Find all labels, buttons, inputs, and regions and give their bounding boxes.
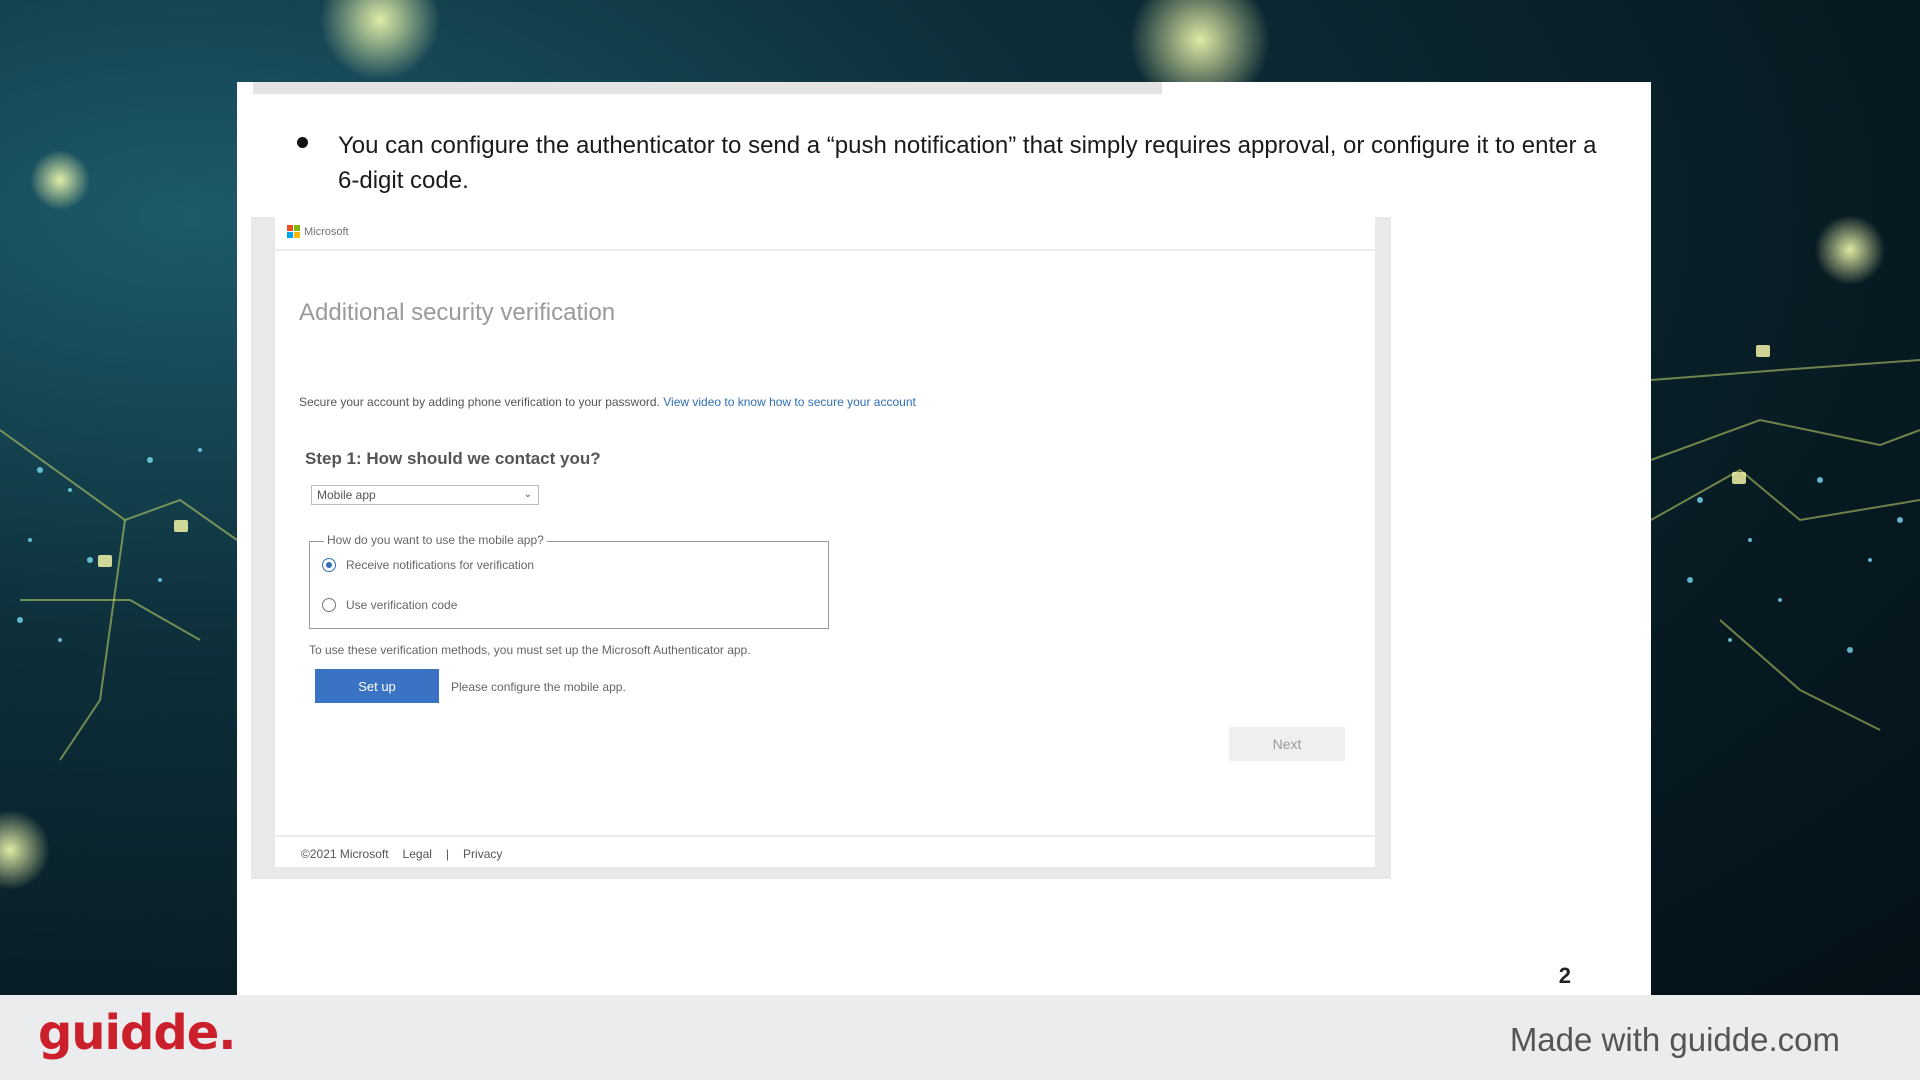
option-verification-code[interactable]: Use verification code: [322, 598, 457, 612]
ms-footer: ©2021 Microsoft Legal | Privacy: [275, 835, 1375, 867]
made-with-text: Made with guidde.com: [1509, 1021, 1840, 1058]
page-number: 2: [1558, 963, 1571, 988]
option-receive-notifications[interactable]: Receive notifications for verification: [322, 558, 534, 572]
microsoft-logo: Microsoft: [287, 225, 349, 238]
bullet-text: You can configure the authenticator to s…: [338, 132, 1597, 194]
description-text: Secure your account by adding phone veri…: [299, 395, 660, 409]
video-link[interactable]: View video to know how to secure your ac…: [663, 395, 916, 409]
authenticator-note: To use these verification methods, you m…: [309, 643, 751, 657]
next-button[interactable]: Next: [1229, 727, 1345, 761]
footer-links: ©2021 Microsoft Legal | Privacy: [301, 847, 502, 861]
set-up-button[interactable]: Set up: [315, 669, 439, 703]
option-label: Receive notifications for verification: [346, 558, 535, 572]
ms-header: Microsoft: [275, 217, 1375, 251]
guidde-logo: guidde.: [38, 1005, 236, 1061]
microsoft-logo-icon: [287, 225, 300, 238]
contact-method-select[interactable]: Mobile app ⌄: [311, 485, 539, 505]
chevron-down-icon: ⌄: [523, 489, 532, 500]
security-description: Secure your account by adding phone veri…: [299, 395, 916, 409]
mode-legend: How do you want to use the mobile app?: [324, 533, 547, 547]
guidde-footer-bar: guidde. Made with guidde.com: [0, 995, 1920, 1080]
radio-button-checked[interactable]: [322, 558, 336, 572]
option-label: Use verification code: [346, 598, 458, 612]
legal-link[interactable]: Legal: [403, 847, 432, 861]
mobile-app-mode-group: How do you want to use the mobile app? R…: [309, 533, 829, 629]
microsoft-brand-text: Microsoft: [304, 225, 349, 238]
privacy-link[interactable]: Privacy: [463, 847, 502, 861]
slide-page: You can configure the authenticator to s…: [237, 82, 1651, 995]
contact-method-value: Mobile app: [317, 488, 376, 502]
step-heading: Step 1: How should we contact you?: [305, 449, 601, 468]
copyright-text: ©2021 Microsoft: [301, 847, 389, 861]
setup-hint: Please configure the mobile app.: [451, 680, 626, 694]
ms-verification-page: Microsoft Additional security verificati…: [275, 217, 1375, 867]
embedded-screenshot: Microsoft Additional security verificati…: [251, 217, 1391, 879]
bullet-dot-icon: [297, 137, 308, 148]
bullet-point: You can configure the authenticator to s…: [297, 128, 1597, 198]
slide-top-strip: [253, 82, 1162, 94]
radio-button[interactable]: [322, 598, 336, 612]
footer-separator: |: [445, 847, 450, 861]
page-title: Additional security verification: [299, 299, 616, 326]
